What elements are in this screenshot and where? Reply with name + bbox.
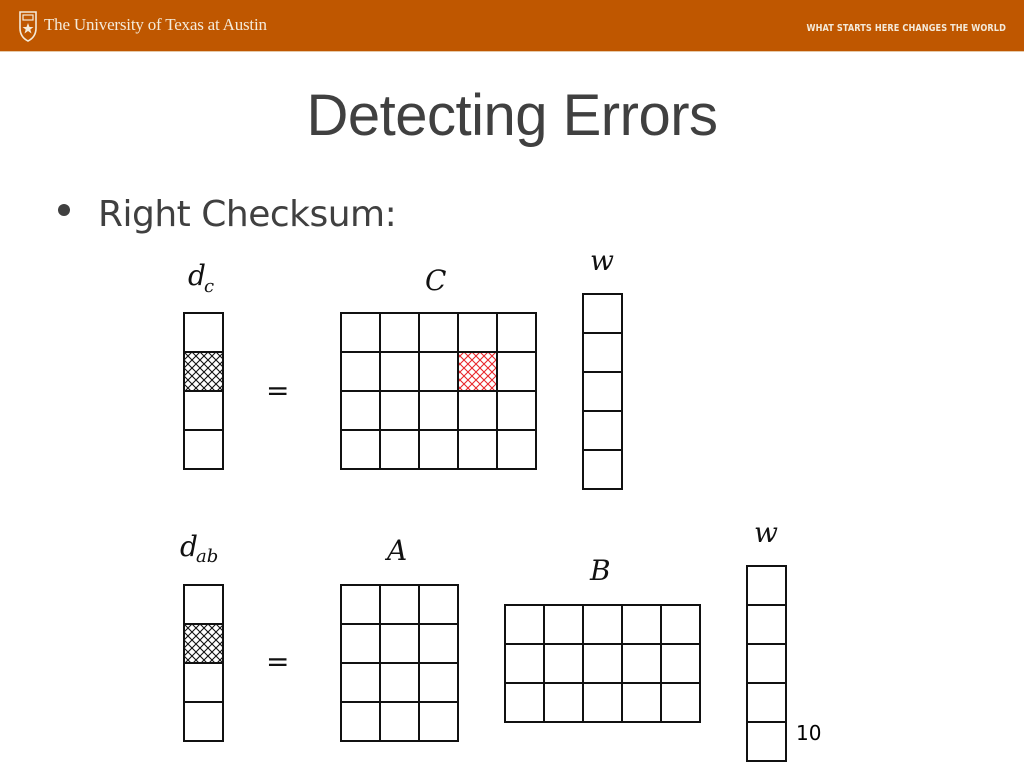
equals-sign-bottom: =: [266, 645, 289, 678]
matrix-cell: [340, 351, 381, 392]
matrix-cell: [340, 584, 381, 625]
label-dab-subscript: ab: [196, 546, 218, 567]
page-number: 10: [796, 721, 822, 745]
equals-sign-top: =: [266, 374, 289, 407]
matrix-cell: [379, 623, 420, 664]
matrix-cell: [457, 429, 498, 470]
matrix-cell: [582, 332, 623, 373]
matrix-cell: [183, 390, 224, 431]
matrix-cell: [183, 662, 224, 703]
matrix-cell: [418, 390, 459, 431]
matrix-cell: [496, 429, 537, 470]
matrix-cell: [183, 429, 224, 470]
matrix-cell: [418, 429, 459, 470]
matrix-cell: [543, 643, 584, 684]
label-B: B: [589, 554, 611, 587]
matrix-cell: [457, 390, 498, 431]
matrix-cell: [660, 682, 701, 723]
matrix-cell: [621, 682, 662, 723]
matrix-cell: [340, 390, 381, 431]
matrix-cell: [418, 584, 459, 625]
matrix-cell: [582, 410, 623, 451]
matrix-cell: [496, 312, 537, 353]
matrix-cell: [418, 701, 459, 742]
matrix-cell: [504, 682, 545, 723]
matrix-cell: [340, 429, 381, 470]
matrix-cell: [379, 390, 420, 431]
matrix-cell: [457, 312, 498, 353]
label-w-bottom: w: [754, 516, 778, 549]
matrix-B: [504, 604, 701, 723]
checksum-diagram: d c C w = d ab A B w =: [180, 244, 787, 762]
label-C: C: [425, 264, 446, 297]
matrix-cell: [746, 721, 787, 762]
label-dc-subscript: c: [204, 276, 214, 297]
matrix-A: [340, 584, 459, 742]
matrix-dab: [183, 584, 224, 742]
matrix-cell: [340, 312, 381, 353]
matrix-cell: [504, 604, 545, 645]
matrix-cell: [582, 449, 623, 490]
matrix-cell: [379, 312, 420, 353]
matrix-cell: [379, 584, 420, 625]
checksum-cell-hatched: [183, 351, 224, 392]
matrix-cell: [379, 351, 420, 392]
matrix-cell: [582, 604, 623, 645]
matrix-cell: [582, 371, 623, 412]
matrix-cell: [543, 682, 584, 723]
matrix-dc: [183, 312, 224, 470]
matrix-cell: [340, 623, 381, 664]
vector-w-bottom: [746, 565, 787, 762]
matrix-cell: [496, 351, 537, 392]
matrix-cell: [660, 604, 701, 645]
matrix-cell: [504, 643, 545, 684]
matrix-cell: [582, 293, 623, 334]
matrix-cell: [746, 565, 787, 606]
checksum-cell-hatched: [183, 623, 224, 664]
matrix-cell: [379, 701, 420, 742]
matrix-cell: [621, 643, 662, 684]
matrix-cell: [543, 604, 584, 645]
matrix-cell: [418, 351, 459, 392]
matrix-cell: [496, 390, 537, 431]
matrix-cell: [746, 682, 787, 723]
matrix-cell: [379, 429, 420, 470]
matrix-C: [340, 312, 537, 470]
matrix-cell: [582, 643, 623, 684]
matrix-cell: [621, 604, 662, 645]
matrix-cell: [582, 682, 623, 723]
matrix-cell: [340, 662, 381, 703]
matrix-cell: [418, 312, 459, 353]
matrix-cell: [418, 662, 459, 703]
label-A: A: [384, 534, 407, 567]
label-w-top: w: [590, 244, 614, 277]
matrix-cell: [746, 604, 787, 645]
matrix-cell: [183, 312, 224, 353]
label-dc: d c: [188, 259, 214, 297]
matrix-cell: [418, 623, 459, 664]
matrix-cell: [379, 662, 420, 703]
label-dab: d ab: [180, 530, 218, 567]
matrix-cell: [746, 643, 787, 684]
vector-w-top: [582, 293, 623, 490]
error-cell-hatched: [457, 351, 498, 392]
matrix-cell: [183, 701, 224, 742]
matrix-cell: [340, 701, 381, 742]
matrix-cell: [660, 643, 701, 684]
matrix-cell: [183, 584, 224, 625]
